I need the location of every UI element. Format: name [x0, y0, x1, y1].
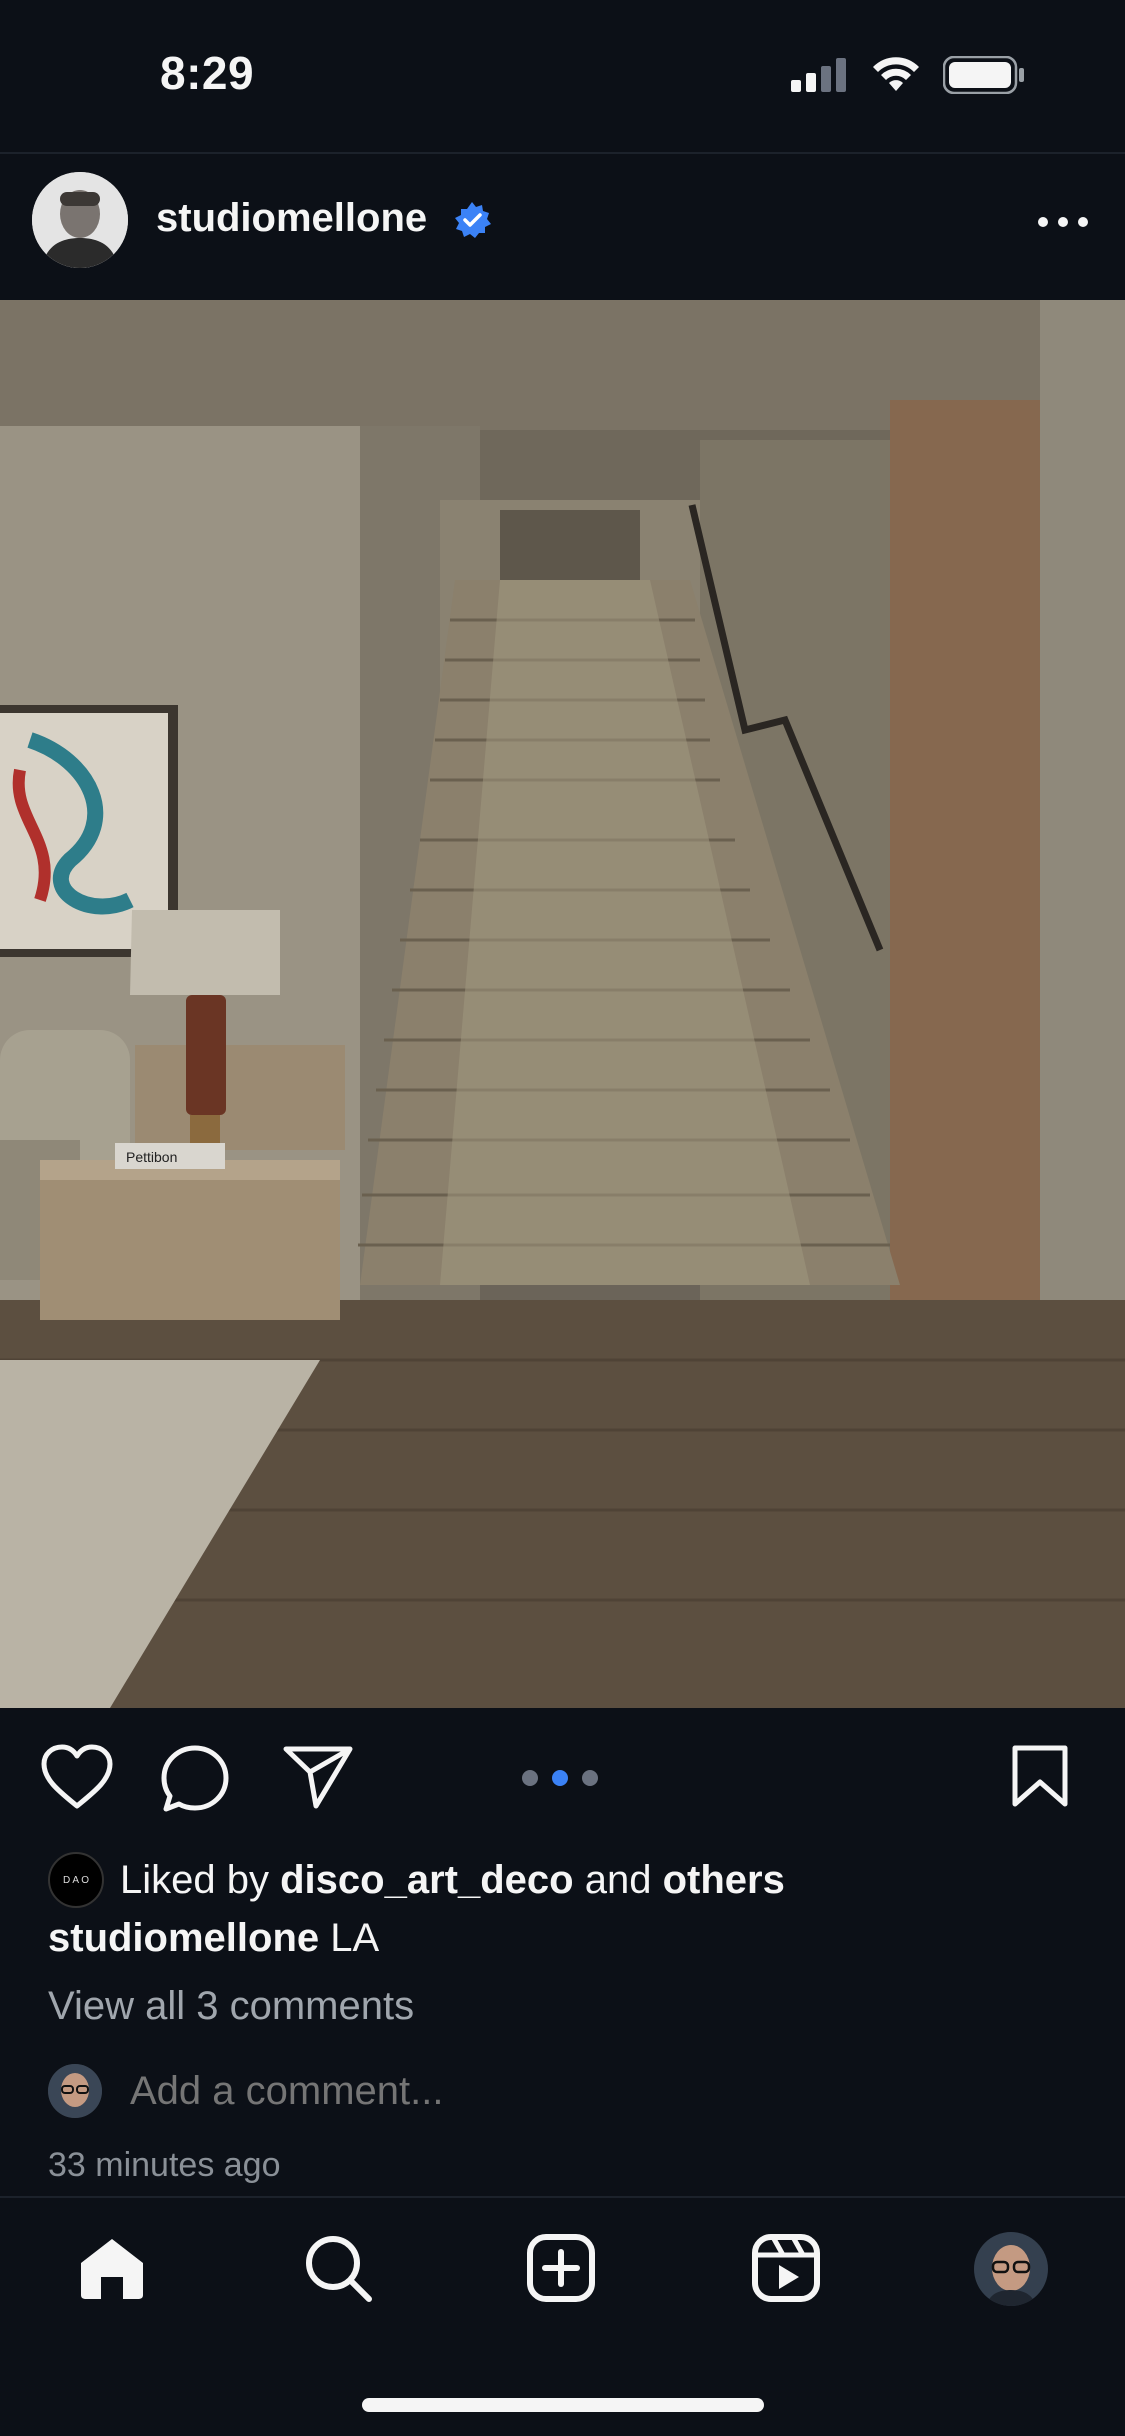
carousel-dot	[582, 1770, 598, 1786]
likes-connector: and	[584, 1857, 652, 1902]
caption-text: LA	[330, 1916, 380, 1960]
post-image[interactable]: Pettibon	[0, 300, 1125, 1708]
home-icon	[81, 2239, 143, 2299]
status-time: 8:29	[160, 47, 255, 99]
post-header: studiomellone	[0, 154, 1125, 300]
status-bar: 8:29	[0, 0, 1125, 152]
current-user-avatar	[48, 2064, 102, 2118]
add-comment-input[interactable]	[130, 2068, 730, 2114]
liker-avatar: D A O	[48, 1852, 104, 1908]
more-options-icon[interactable]	[1033, 210, 1093, 234]
bottom-tab-bar	[0, 2198, 1125, 2338]
heart-icon[interactable]	[40, 1744, 114, 1810]
liker-username[interactable]: disco_art_deco	[280, 1858, 573, 1903]
liker-avatar-text: D A O	[62, 1874, 90, 1886]
post-timestamp: 33 minutes ago	[48, 2146, 281, 2184]
svg-text:Pettibon: Pettibon	[126, 1149, 177, 1165]
author-avatar[interactable]	[32, 172, 128, 268]
create-icon	[527, 2234, 595, 2302]
wifi-icon	[873, 57, 919, 91]
bookmark-icon[interactable]	[1011, 1744, 1069, 1808]
view-all-comments-link[interactable]: View all 3 comments	[48, 1984, 414, 2029]
battery-icon	[943, 56, 1024, 94]
tab-create[interactable]	[525, 2232, 597, 2304]
carousel-dot-active	[552, 1770, 568, 1786]
tab-search[interactable]	[302, 2232, 374, 2304]
comment-icon[interactable]	[160, 1744, 230, 1814]
carousel-dot	[522, 1770, 538, 1786]
tab-reels[interactable]	[750, 2232, 822, 2304]
post-actions	[0, 1708, 1125, 1848]
add-comment-row	[48, 2064, 730, 2118]
home-indicator	[362, 2398, 764, 2412]
status-icons	[791, 56, 1025, 94]
likes-others[interactable]: others	[663, 1858, 785, 1903]
caption: studiomellone LA	[48, 1916, 379, 1961]
author-username[interactable]: studiomellone	[156, 196, 427, 241]
cellular-signal-icon	[791, 58, 846, 92]
profile-avatar	[974, 2232, 1048, 2306]
likes-prefix: Liked by	[120, 1857, 269, 1902]
tab-home[interactable]	[76, 2232, 148, 2304]
search-icon	[306, 2236, 372, 2302]
carousel-indicator	[522, 1770, 598, 1786]
verified-badge-icon	[455, 202, 491, 238]
tab-profile[interactable]	[974, 2232, 1048, 2306]
likes-row[interactable]: D A O Liked by disco_art_deco and others	[48, 1852, 785, 1908]
share-icon[interactable]	[282, 1744, 354, 1810]
reels-icon	[752, 2234, 820, 2302]
caption-username[interactable]: studiomellone	[48, 1916, 319, 1960]
